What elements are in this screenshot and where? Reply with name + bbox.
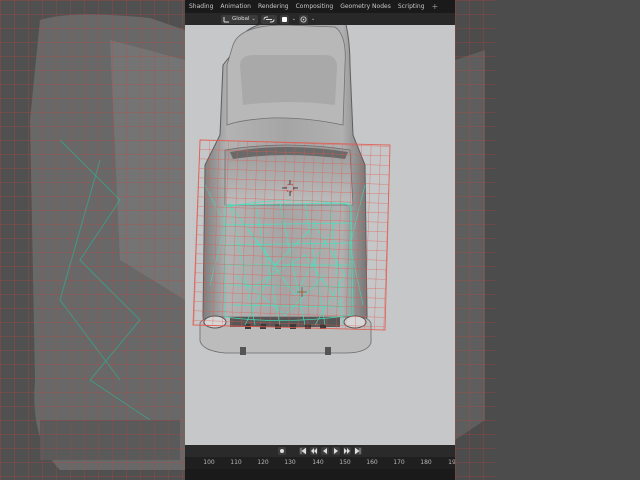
chevron-down-icon[interactable]: ⌄: [311, 16, 315, 22]
playback-controls: [185, 445, 455, 457]
jump-end-icon[interactable]: [354, 447, 362, 455]
add-workspace-button[interactable]: +: [432, 2, 439, 11]
reverse-glyph: [323, 448, 327, 454]
tab-geometry-nodes[interactable]: Geometry Nodes: [340, 3, 391, 10]
viewport-header: Global ⌄ ⌄ ⌄: [185, 13, 455, 25]
tab-compositing[interactable]: Compositing: [296, 3, 334, 10]
jump-keyframe-forward-icon[interactable]: [343, 447, 351, 455]
chevron-down-icon: ⌄: [251, 16, 256, 22]
viewport-scene: [192, 25, 391, 355]
frame-tick: 130: [284, 459, 296, 466]
frame-tick: 120: [257, 459, 269, 466]
workspace-tabs: Shading Animation Rendering Compositing …: [185, 0, 455, 13]
blender-window: Shading Animation Rendering Compositing …: [185, 0, 455, 480]
blurred-car-left: [0, 0, 185, 480]
orientation-axes-icon: [223, 16, 229, 22]
pivot-point-dropdown[interactable]: [260, 14, 277, 24]
play-icon[interactable]: [332, 447, 340, 455]
frame-tick: 160: [366, 459, 378, 466]
background-blur-right: [455, 0, 640, 480]
snap-color-icon[interactable]: [279, 14, 289, 24]
jump-keyframe-back-icon[interactable]: [310, 447, 318, 455]
tab-rendering[interactable]: Rendering: [258, 3, 289, 10]
keyframe-forward-glyph: [344, 448, 350, 454]
frame-tick: 110: [230, 459, 242, 466]
blurred-car-right: [455, 0, 640, 480]
link-icon: [263, 16, 275, 22]
frame-ruler[interactable]: 100 110 120 130 140 150 160 170 180 19: [185, 457, 455, 469]
tab-scripting[interactable]: Scripting: [398, 3, 425, 10]
chevron-down-icon[interactable]: ⌄: [292, 16, 296, 22]
play-glyph: [334, 448, 338, 454]
background-blur-left: [0, 0, 185, 480]
frame-tick: 180: [420, 459, 432, 466]
record-button[interactable]: [278, 447, 286, 455]
keyframe-back-glyph: [311, 448, 317, 454]
orientation-label: Global: [232, 16, 250, 22]
jump-start-icon[interactable]: [299, 447, 307, 455]
frame-tick: 150: [339, 459, 351, 466]
jump-start-glyph: [300, 448, 306, 454]
tab-shading[interactable]: Shading: [189, 3, 213, 10]
tab-animation[interactable]: Animation: [220, 3, 251, 10]
status-bar: [185, 469, 455, 480]
sphere-icon: [300, 16, 307, 22]
3d-viewport[interactable]: [185, 25, 455, 445]
frame-tick: 19: [448, 459, 455, 466]
frame-tick: 140: [312, 459, 324, 466]
proportional-editing-icon[interactable]: [298, 14, 308, 24]
transform-orientation-dropdown[interactable]: Global ⌄: [221, 14, 258, 24]
lattice-cage[interactable]: [192, 139, 391, 331]
jump-end-glyph: [355, 448, 361, 454]
play-reverse-icon[interactable]: [321, 447, 329, 455]
frame-tick: 170: [393, 459, 405, 466]
frame-tick: 100: [203, 459, 215, 466]
